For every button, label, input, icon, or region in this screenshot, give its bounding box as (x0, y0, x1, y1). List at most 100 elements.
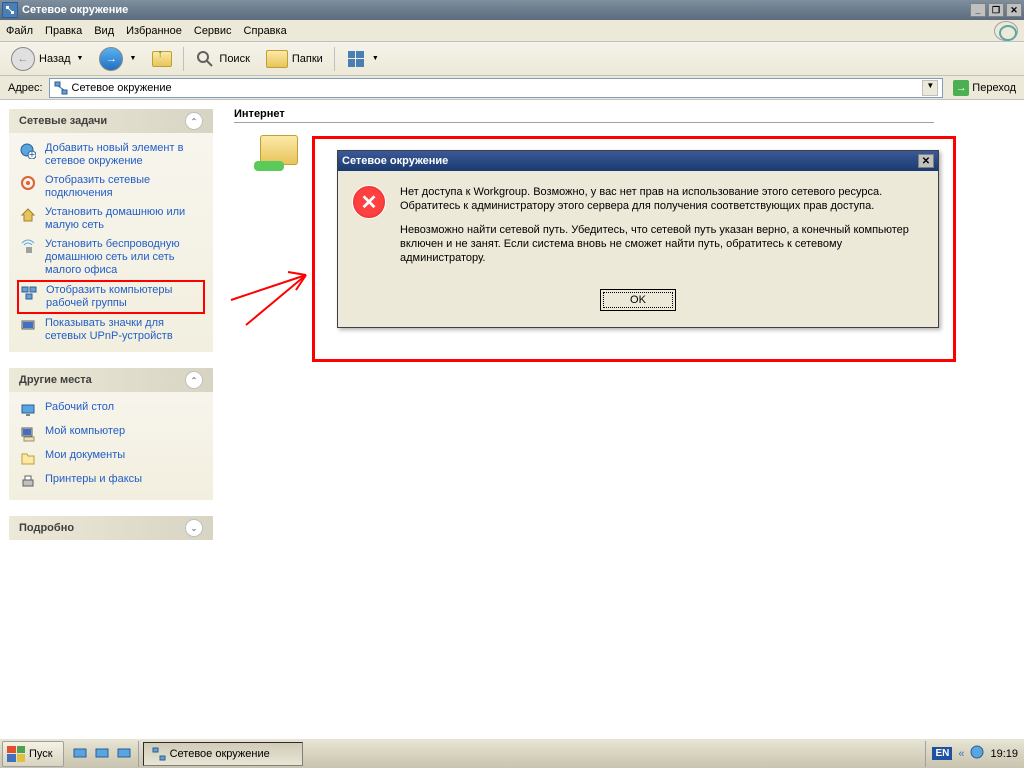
windows-logo-icon (7, 746, 25, 762)
place-label: Мой компьютер (45, 425, 125, 438)
back-button[interactable]: ← Назад ▼ (4, 45, 90, 73)
window-title: Сетевое окружение (22, 4, 970, 16)
printer-icon (19, 473, 37, 491)
task-setup-wireless[interactable]: Установить беспроводную домашнюю сеть ил… (17, 235, 205, 280)
toolbar: ← Назад ▼ → ▼ ↑ Поиск Папки ▼ (0, 42, 1024, 76)
address-input[interactable]: Сетевое окружение ▼ (49, 78, 944, 98)
minimize-button[interactable]: _ (970, 3, 986, 17)
ok-button[interactable]: OK (600, 289, 676, 311)
forward-dropdown-icon: ▼ (129, 55, 136, 62)
back-label: Назад (39, 53, 71, 65)
menu-help[interactable]: Справка (244, 25, 287, 37)
task-label: Отобразить компьютеры рабочей группы (46, 284, 202, 310)
folders-label: Папки (292, 53, 323, 65)
error-dialog: Сетевое окружение ✕ ✕ Нет доступа к Work… (337, 150, 939, 328)
svg-text:+: + (29, 149, 35, 159)
task-add-network-place[interactable]: + Добавить новый элемент в сетевое окруж… (17, 139, 205, 171)
search-label: Поиск (219, 53, 249, 65)
network-places-icon (54, 81, 68, 95)
place-label: Принтеры и факсы (45, 473, 142, 486)
tray-icon[interactable] (970, 745, 984, 762)
taskbar: Пуск Сетевое окружение EN « 19:19 (0, 738, 1024, 768)
menu-tools[interactable]: Сервис (194, 25, 232, 37)
panel-header[interactable]: Сетевые задачи ⌃ (9, 109, 213, 133)
task-label: Добавить новый элемент в сетевое окружен… (45, 142, 203, 168)
address-label: Адрес: (2, 82, 49, 94)
task-label: Показывать значки для сетевых UPnP-устро… (45, 317, 203, 343)
network-places-icon (2, 2, 18, 18)
dialog-paragraph-2: Невозможно найти сетевой путь. Убедитесь… (400, 223, 924, 265)
task-label: Установить беспроводную домашнюю сеть ил… (45, 238, 203, 277)
taskbar-task-button[interactable]: Сетевое окружение (143, 742, 303, 766)
task-label: Установить домашнюю или малую сеть (45, 206, 203, 232)
close-button[interactable]: ✕ (1006, 3, 1022, 17)
address-value: Сетевое окружение (72, 82, 172, 94)
place-my-computer[interactable]: Мой компьютер (17, 422, 205, 446)
toolbar-separator (334, 47, 335, 71)
go-button[interactable]: → Переход (947, 78, 1022, 98)
menu-favorites[interactable]: Избранное (126, 25, 182, 37)
search-button[interactable]: Поиск (188, 45, 256, 73)
menu-edit[interactable]: Правка (45, 25, 82, 37)
address-bar: Адрес: Сетевое окружение ▼ → Переход (0, 76, 1024, 100)
panel-other-places: Другие места ⌃ Рабочий стол Мой компьюте… (8, 367, 214, 501)
menu-file[interactable]: Файл (6, 25, 33, 37)
task-view-connections[interactable]: Отобразить сетевые подключения (17, 171, 205, 203)
up-button[interactable]: ↑ (145, 45, 179, 73)
task-setup-home-network[interactable]: Установить домашнюю или малую сеть (17, 203, 205, 235)
place-desktop[interactable]: Рабочий стол (17, 398, 205, 422)
desktop-icon (19, 401, 37, 419)
place-label: Рабочий стол (45, 401, 114, 414)
folders-button[interactable]: Папки (259, 45, 330, 73)
task-label: Отобразить сетевые подключения (45, 174, 203, 200)
upnp-icon (19, 317, 37, 335)
folders-icon (266, 50, 288, 68)
dialog-text: Нет доступа к Workgroup. Возможно, у вас… (400, 185, 924, 275)
network-item-icon[interactable] (254, 133, 302, 173)
ql-item[interactable] (92, 744, 112, 764)
address-dropdown-button[interactable]: ▼ (922, 80, 938, 96)
app-logo-icon (994, 21, 1018, 41)
views-dropdown-icon: ▼ (372, 55, 379, 62)
panel-header[interactable]: Подробно ⌄ (9, 516, 213, 540)
panel-header[interactable]: Другие места ⌃ (9, 368, 213, 392)
start-button[interactable]: Пуск (2, 741, 64, 767)
group-header: Интернет (234, 108, 934, 123)
task-view-workgroup[interactable]: Отобразить компьютеры рабочей группы (17, 280, 205, 314)
dialog-paragraph-1: Нет доступа к Workgroup. Возможно, у вас… (400, 185, 924, 213)
folder-icon (19, 449, 37, 467)
maximize-button[interactable]: ❐ (988, 3, 1004, 17)
panel-details: Подробно ⌄ (8, 515, 214, 541)
panel-title: Подробно (19, 522, 74, 534)
forward-arrow-icon: → (99, 47, 123, 71)
tray-expand-icon[interactable]: « (958, 748, 964, 760)
back-dropdown-icon: ▼ (77, 55, 84, 62)
error-icon: ✕ (352, 185, 386, 219)
workgroup-icon (20, 284, 38, 302)
views-button[interactable]: ▼ (339, 45, 386, 73)
ql-show-desktop[interactable] (70, 744, 90, 764)
globe-plus-icon: + (19, 142, 37, 160)
toolbar-separator (183, 47, 184, 71)
place-printers[interactable]: Принтеры и факсы (17, 470, 205, 494)
network-connections-icon (19, 174, 37, 192)
chevron-up-icon: ⌃ (185, 112, 203, 130)
taskbar-task-label: Сетевое окружение (170, 748, 270, 760)
dialog-close-button[interactable]: ✕ (918, 154, 934, 168)
dialog-title: Сетевое окружение (342, 155, 918, 167)
system-tray: EN « 19:19 (925, 741, 1024, 767)
chevron-up-icon: ⌃ (185, 371, 203, 389)
go-label: Переход (972, 82, 1016, 94)
menu-bar: Файл Правка Вид Избранное Сервис Справка (0, 20, 1024, 42)
wireless-icon (19, 238, 37, 256)
forward-button[interactable]: → ▼ (92, 45, 143, 73)
network-places-icon (152, 747, 166, 761)
dialog-titlebar[interactable]: Сетевое окружение ✕ (338, 151, 938, 171)
place-my-documents[interactable]: Мои документы (17, 446, 205, 470)
clock[interactable]: 19:19 (990, 748, 1018, 760)
ql-item[interactable] (114, 744, 134, 764)
task-show-upnp[interactable]: Показывать значки для сетевых UPnP-устро… (17, 314, 205, 346)
language-indicator[interactable]: EN (932, 747, 952, 760)
menu-view[interactable]: Вид (94, 25, 114, 37)
place-label: Мои документы (45, 449, 125, 462)
